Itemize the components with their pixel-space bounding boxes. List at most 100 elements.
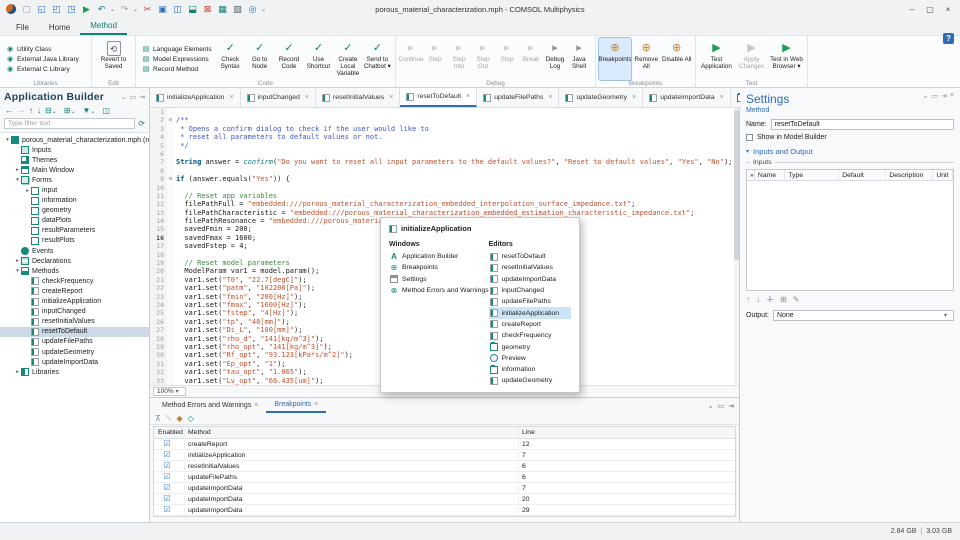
goto-breakpoint-icon[interactable]: ◆	[176, 414, 182, 423]
enabled-checkbox[interactable]: ☑	[158, 440, 176, 448]
back-icon[interactable]: ←	[5, 106, 13, 115]
line-number[interactable]: 10	[150, 184, 167, 192]
line-number[interactable]: 4	[150, 133, 167, 141]
tree-item[interactable]: ▸ Main Window	[0, 165, 149, 175]
tree-item[interactable]: updateImportData	[0, 357, 149, 367]
tree-item[interactable]: Events	[0, 246, 149, 256]
close-tab-icon[interactable]: ×	[254, 402, 258, 409]
line-number[interactable]: 19	[150, 259, 167, 267]
breakpoint-row[interactable]: ☑ createReport 12	[154, 439, 735, 450]
popup-window-item[interactable]: ⊗ Method Errors and Warnings	[389, 285, 489, 296]
enabled-checkbox[interactable]: ☑	[158, 484, 176, 492]
popup-editor-item[interactable]: updateImportData	[489, 274, 571, 285]
popup-editor-item[interactable]: Preview	[489, 353, 571, 364]
add-input-icon[interactable]: ＋	[766, 294, 774, 305]
tree-item[interactable]: Themes	[0, 155, 149, 165]
minimize-button[interactable]: –	[904, 3, 920, 16]
editor-tab[interactable]: resetToDefault ×	[400, 88, 477, 107]
bottom-panel-tab[interactable]: Breakpoints ×	[266, 398, 326, 413]
fold-marker-icon[interactable]: ⊟	[167, 175, 174, 183]
fold-marker-icon[interactable]	[167, 284, 174, 292]
tree-expander-icon[interactable]: ▸	[24, 188, 31, 194]
output-select[interactable]: None ▾	[773, 310, 954, 321]
fold-marker-icon[interactable]	[167, 125, 174, 133]
line-number[interactable]: 7	[150, 158, 167, 166]
fold-marker-icon[interactable]	[167, 276, 174, 284]
close-tab-icon[interactable]: ×	[229, 94, 233, 101]
popup-window-item[interactable]: Settings	[389, 274, 489, 285]
tree-expander-icon[interactable]: ▸	[14, 369, 21, 375]
line-number[interactable]: 26	[150, 318, 167, 326]
fold-marker-icon[interactable]	[167, 351, 174, 359]
fold-marker-icon[interactable]	[167, 343, 174, 351]
popup-editor-item[interactable]: resetInitialValues	[489, 262, 571, 273]
inputs-table[interactable]: » Name Type Default Description Unit	[746, 169, 954, 291]
move-down-icon[interactable]: ↓	[37, 106, 41, 115]
fold-marker-icon[interactable]	[167, 259, 174, 267]
editor-zoom-control[interactable]: 100%▾	[153, 387, 186, 396]
inputs-column-header[interactable]: Unit	[933, 170, 953, 180]
save-icon[interactable]: ◰	[50, 3, 63, 16]
panel-menu-icon[interactable]: ⌄	[708, 402, 714, 410]
enabled-checkbox[interactable]: ☑	[158, 451, 176, 459]
close-tab-icon[interactable]: ×	[548, 94, 552, 101]
fold-marker-icon[interactable]	[167, 377, 174, 385]
line-number[interactable]: 9	[150, 175, 167, 183]
fold-marker-icon[interactable]	[167, 360, 174, 368]
line-number[interactable]: 2	[150, 116, 167, 124]
delete-icon[interactable]: ⊠	[201, 3, 214, 16]
popup-window-item[interactable]: A Application Builder	[389, 251, 489, 262]
popup-editor-item[interactable]: initializeApplication	[489, 307, 571, 318]
popup-editor-item[interactable]: createReport	[489, 319, 571, 330]
close-icon[interactable]: ×	[950, 92, 954, 100]
duplicate-icon[interactable]: ⬓	[186, 3, 199, 16]
tree-item[interactable]: Inputs	[0, 145, 149, 155]
breakpoint-row[interactable]: ☑ updateImportData 20	[154, 494, 735, 505]
ribbon-large-button[interactable]: ✓ Record Code	[274, 38, 303, 80]
line-number[interactable]: 5	[150, 142, 167, 150]
panel-pin-icon[interactable]: ⇥	[941, 92, 947, 100]
popup-editor-item[interactable]: resetToDefault	[489, 251, 571, 262]
tree-expander-icon[interactable]: ▾	[4, 137, 11, 143]
sync-breakpoint-icon[interactable]: ◇	[188, 414, 194, 423]
ribbon-large-button[interactable]: ▸ Step Out	[471, 38, 495, 80]
fold-marker-icon[interactable]	[167, 108, 174, 116]
tree-item[interactable]: dataPlots	[0, 216, 149, 226]
line-number[interactable]: 22	[150, 284, 167, 292]
fold-marker-icon[interactable]	[167, 326, 174, 334]
ribbon-large-button[interactable]: ▸ Java Shell	[567, 38, 591, 80]
fold-marker-icon[interactable]	[167, 234, 174, 242]
line-number[interactable]: 14	[150, 217, 167, 225]
editor-scrollbar[interactable]	[734, 108, 739, 385]
editor-tab[interactable]: initializeApplication ×	[150, 88, 241, 107]
fold-marker-icon[interactable]	[167, 318, 174, 326]
cut-icon[interactable]: ✂	[141, 3, 154, 16]
editor-tab[interactable]: resetInitialValues ×	[316, 88, 400, 107]
ribbon-large-button[interactable]: ✓ Create Local Variable	[333, 38, 362, 80]
filter-input[interactable]: Type filter text	[4, 118, 135, 129]
ribbon-large-button[interactable]: ✓ Use Shortcut	[304, 38, 333, 80]
editor-tab[interactable]: updateGeometry ×	[559, 88, 643, 107]
move-up-icon[interactable]: ↑	[746, 295, 750, 304]
line-number[interactable]: 27	[150, 326, 167, 334]
move-down-icon[interactable]: ↓	[756, 295, 760, 304]
breakpoint-row[interactable]: ☑ updateFilePaths 6	[154, 472, 735, 483]
line-number[interactable]: 33	[150, 377, 167, 385]
tree-item[interactable]: ▸ Libraries	[0, 367, 149, 377]
panel-float-icon[interactable]: ▭	[718, 402, 725, 410]
tree-expander-icon[interactable]: ▸	[14, 258, 21, 264]
name-input[interactable]: resetToDefault	[771, 119, 954, 130]
ribbon-small-button[interactable]: ◉External C Library	[3, 64, 82, 74]
ribbon-large-button[interactable]: ✓ Check Syntax	[215, 38, 244, 80]
fold-marker-icon[interactable]	[167, 309, 174, 317]
inputs-output-section-header[interactable]: ▾ Inputs and Output	[746, 147, 954, 156]
close-tab-icon[interactable]: ×	[305, 94, 309, 101]
tree-item[interactable]: resultParameters	[0, 226, 149, 236]
show-in-model-builder-checkbox[interactable]	[746, 134, 753, 141]
show-icon[interactable]: ◫	[102, 106, 110, 115]
revert-to-saved-button[interactable]: ⟲ Revert to Saved	[96, 38, 131, 80]
fold-marker-icon[interactable]	[167, 225, 174, 233]
forward-icon[interactable]: →	[17, 106, 25, 115]
maximize-button[interactable]: ▢	[922, 3, 938, 16]
new-file-icon[interactable]: ▢	[20, 3, 33, 16]
